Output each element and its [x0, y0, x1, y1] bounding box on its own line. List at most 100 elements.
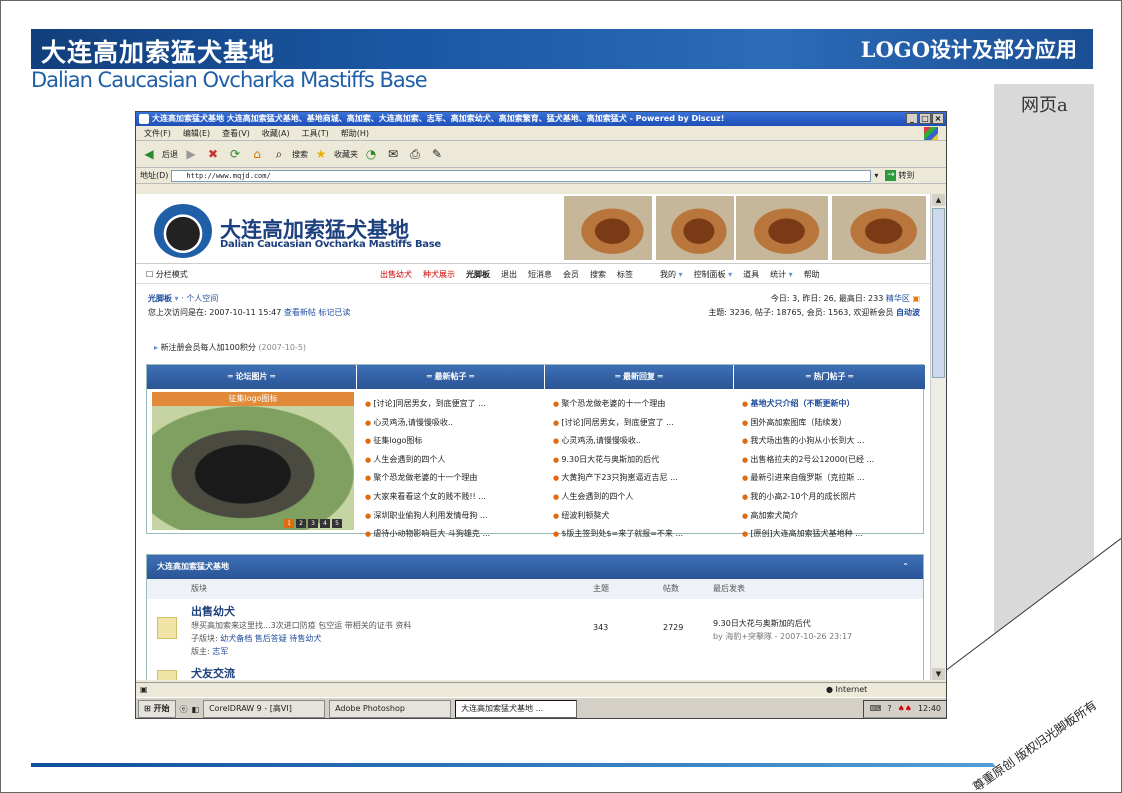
forum-picture[interactable]	[152, 406, 354, 530]
list-item[interactable]: [讨论]同居男女，到底便宜了 ...	[365, 395, 490, 414]
list-item[interactable]: 基地犬只介绍（不断更新中）	[742, 395, 874, 414]
close-button[interactable]: ×	[932, 113, 944, 124]
subboard-links[interactable]: 幼犬备档 售后答疑 待售幼犬	[220, 634, 321, 643]
nav-my[interactable]: 我的 ▾	[660, 266, 683, 284]
scroll-thumb[interactable]	[932, 208, 945, 378]
maximize-button[interactable]: □	[919, 113, 931, 124]
list-item[interactable]: 人生会遇到的四个人	[553, 488, 683, 507]
nav-user[interactable]: 光脚板	[466, 266, 490, 284]
pager-1[interactable]: 1	[284, 519, 294, 528]
menu-file[interactable]: 文件(F)	[144, 126, 171, 140]
pager-4[interactable]: 4	[320, 519, 330, 528]
moderator-link[interactable]: 志军	[212, 647, 228, 656]
scroll-up-icon[interactable]: ▲	[932, 194, 945, 206]
list-item[interactable]: $版主签到处$=来了就报=不来 ...	[553, 525, 683, 544]
back-button[interactable]: 后退	[162, 149, 178, 160]
qq-icon[interactable]: ♠♠	[898, 701, 912, 717]
list-item[interactable]: 深圳职业偷狗人利用发情母狗 ...	[365, 507, 490, 526]
dropdown-icon[interactable]: ▾	[874, 171, 878, 180]
edit-icon[interactable]: ✎	[428, 145, 446, 163]
site-logo[interactable]	[154, 204, 212, 258]
history-icon[interactable]: ◔	[362, 145, 380, 163]
board-title[interactable]: 犬友交流	[191, 665, 235, 680]
nav-control-panel[interactable]: 控制面板 ▾	[694, 266, 733, 284]
task-photoshop[interactable]: Adobe Photoshop	[329, 700, 452, 718]
clock[interactable]: 12:40	[918, 701, 941, 717]
list-item[interactable]: 征集logo图标	[365, 432, 490, 451]
refresh-icon[interactable]: ⟳	[226, 145, 244, 163]
nav-messages[interactable]: 短消息	[528, 266, 552, 284]
nav-search[interactable]: 搜索	[590, 266, 606, 284]
favorites-button[interactable]: 收藏夹	[334, 149, 358, 160]
nav-help[interactable]: 帮助	[804, 266, 820, 284]
list-item[interactable]: 国外高加索图库（陆续发）	[742, 414, 874, 433]
list-item[interactable]: 心灵鸡汤,请慢慢吸收..	[553, 432, 683, 451]
mail-icon[interactable]: ✉	[384, 145, 402, 163]
nav-logout[interactable]: 退出	[501, 266, 517, 284]
username-link[interactable]: 光脚板	[148, 294, 172, 303]
pager-3[interactable]: 3	[308, 519, 318, 528]
list-item[interactable]: 心灵鸡汤,请慢慢吸收..	[365, 414, 490, 433]
window-titlebar[interactable]: 大连高加索猛犬基地 大连高加索猛犬基地、基地商城、高加索、大连高加索、志军、高加…	[136, 112, 946, 126]
list-item[interactable]: 人生会遇到的四个人	[365, 451, 490, 470]
search-button[interactable]: 搜索	[292, 149, 308, 160]
nav-items[interactable]: 道具	[743, 266, 759, 284]
pic-caption[interactable]: 征集logo图标	[152, 392, 354, 406]
back-arrow-icon[interactable]: ◀	[140, 145, 158, 163]
nav-members[interactable]: 会员	[563, 266, 579, 284]
board-title[interactable]: 出售幼犬	[191, 603, 235, 619]
rss-icon[interactable]: ▣	[912, 294, 920, 303]
list-item[interactable]: 最新引进来自俄罗斯（克拉斯 ...	[742, 469, 874, 488]
pager-2[interactable]: 2	[296, 519, 306, 528]
list-item[interactable]: 高加索犬简介	[742, 507, 874, 526]
menu-tools[interactable]: 工具(T)	[302, 126, 329, 140]
nav-stats[interactable]: 统计 ▾	[770, 266, 793, 284]
list-item[interactable]: 我犬场出售的小狗从小长到大 ...	[742, 432, 874, 451]
address-input[interactable]: http://www.mqjd.com/	[171, 169, 872, 182]
list-item[interactable]: [原创]大连高加索猛犬基地种 ...	[742, 525, 874, 544]
mark-read-link[interactable]: 标记已读	[318, 308, 350, 317]
nav-tags[interactable]: 标签	[617, 266, 633, 284]
elite-link[interactable]: 精华区	[886, 294, 910, 303]
stop-icon[interactable]: ✖	[204, 145, 222, 163]
menu-favorites[interactable]: 收藏(A)	[262, 126, 290, 140]
task-coreldraw[interactable]: CorelDRAW 9 - [高VI]	[203, 700, 326, 718]
pager-5[interactable]: 5	[332, 519, 342, 528]
quicklaunch-ie-icon[interactable]: ⓔ	[180, 704, 188, 715]
home-icon[interactable]: ⌂	[248, 145, 266, 163]
list-item[interactable]: 我的小高2-10个月的成长照片	[742, 488, 874, 507]
menu-view[interactable]: 查看(V)	[222, 126, 250, 140]
last-post-title[interactable]: 9.30日大花与奥斯加的后代	[713, 617, 852, 630]
personal-space-link[interactable]: 个人空间	[186, 294, 218, 303]
vertical-scrollbar[interactable]: ▲ ▼	[930, 194, 946, 680]
list-item[interactable]: 出售格拉夫的2号公12000(已经 ...	[742, 451, 874, 470]
go-button[interactable]: → 转到	[885, 170, 914, 181]
announcement[interactable]: ▸ 新注册会员每人加100积分 (2007-10-5)	[154, 342, 306, 353]
collapse-icon[interactable]: ⌃	[902, 555, 909, 579]
scroll-down-icon[interactable]: ▼	[932, 668, 945, 680]
view-new-posts-link[interactable]: 查看新帖	[284, 308, 316, 317]
list-item[interactable]: [讨论]同居男女，到底便宜了 ...	[553, 414, 683, 433]
list-item[interactable]: 大黄狗产下23只狗崽逼近吉尼 ...	[553, 469, 683, 488]
forward-arrow-icon[interactable]: ▶	[182, 145, 200, 163]
search-icon[interactable]: ⌕	[270, 145, 288, 163]
keyboard-icon[interactable]: ⌨	[870, 701, 882, 717]
menu-help[interactable]: 帮助(H)	[341, 126, 369, 140]
print-icon[interactable]: ⎙	[406, 145, 424, 163]
nav-stud-dogs[interactable]: 种犬展示	[423, 266, 455, 284]
list-item[interactable]: 9.30日大花与奥斯加的后代	[553, 451, 683, 470]
task-browser[interactable]: 大连高加索猛犬基地 ...	[455, 700, 578, 718]
start-button[interactable]: ⊞ 开始	[138, 700, 176, 718]
list-item[interactable]: 大家来看看这个女的贱不贱!! ...	[365, 488, 490, 507]
list-item[interactable]: 纽波利顿獒犬	[553, 507, 683, 526]
list-item[interactable]: 聚个恐龙做老婆的十一个理由	[365, 469, 490, 488]
list-item[interactable]: 聚个恐龙做老婆的十一个理由	[553, 395, 683, 414]
help-icon[interactable]: ?	[887, 701, 891, 717]
nav-sell-puppies[interactable]: 出售幼犬	[380, 266, 412, 284]
newest-member-link[interactable]: 自动波	[896, 308, 920, 317]
column-mode-toggle[interactable]: ☐ 分栏模式	[146, 266, 188, 284]
menu-edit[interactable]: 编辑(E)	[183, 126, 210, 140]
minimize-button[interactable]: _	[906, 113, 918, 124]
star-icon[interactable]: ★	[312, 145, 330, 163]
list-item[interactable]: 虐待小动物影响巨大 斗狗雄克 ...	[365, 525, 490, 544]
